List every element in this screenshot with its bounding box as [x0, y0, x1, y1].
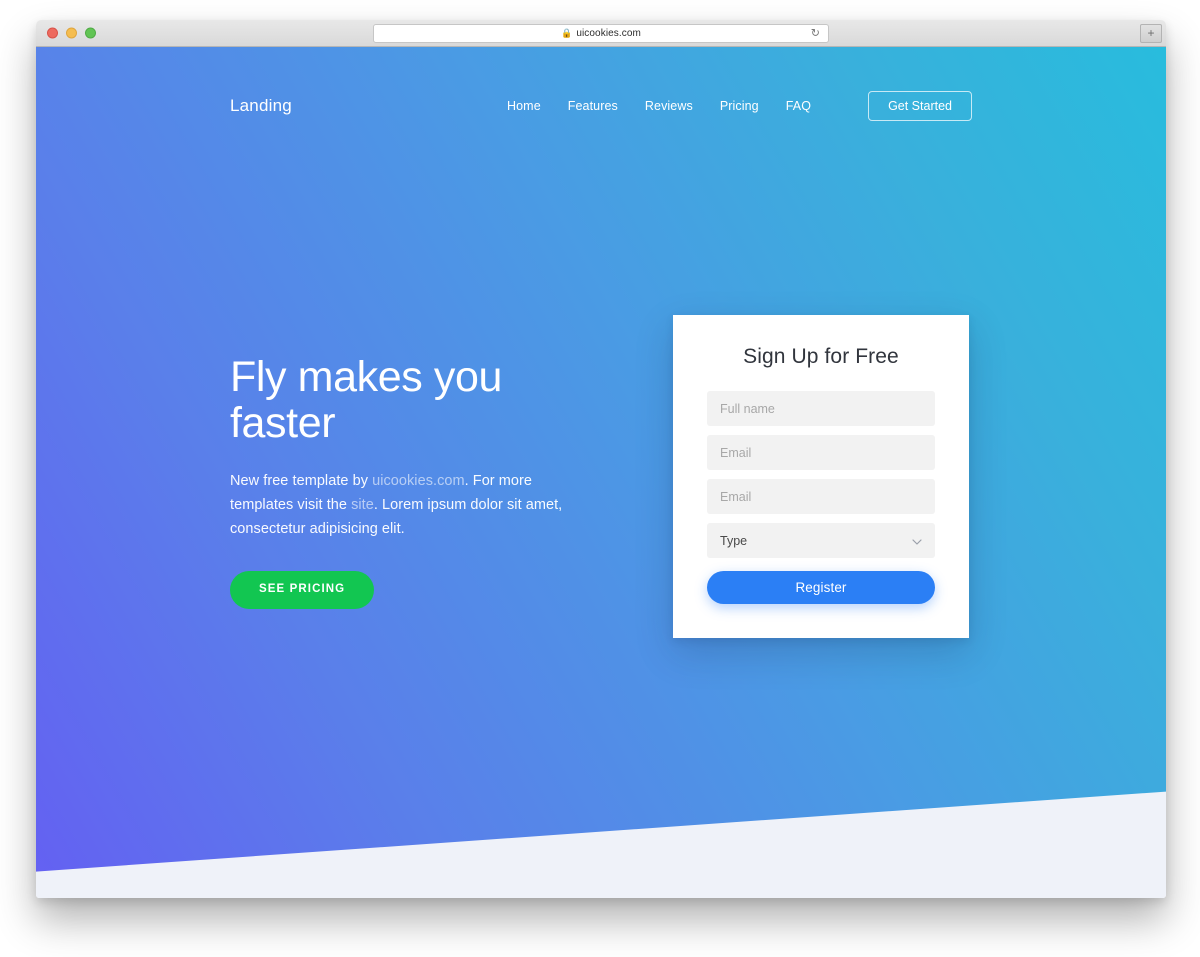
- hero-paragraph: New free template by uicookies.com. For …: [230, 469, 580, 541]
- nav-links: Home Features Reviews Pricing FAQ Get St…: [507, 90, 972, 122]
- close-window-button[interactable]: [47, 27, 58, 39]
- signup-title: Sign Up for Free: [743, 345, 899, 368]
- minimize-window-button[interactable]: [66, 27, 77, 39]
- address-bar[interactable]: 🔒 uicookies.com ↻: [373, 24, 829, 43]
- nav-item-pricing[interactable]: Pricing: [720, 99, 759, 113]
- address-bar-text: 🔒 uicookies.com: [561, 28, 641, 39]
- nav-item-faq[interactable]: FAQ: [786, 99, 811, 113]
- email-confirm-input[interactable]: [707, 479, 935, 514]
- address-bar-url: uicookies.com: [576, 28, 641, 39]
- hero-content: Fly makes you faster New free template b…: [230, 354, 600, 609]
- new-tab-button[interactable]: +: [1140, 24, 1162, 43]
- maximize-window-button[interactable]: [85, 27, 96, 39]
- signup-card: Sign Up for Free Register: [673, 315, 969, 638]
- get-started-button[interactable]: Get Started: [868, 90, 972, 122]
- hero-title: Fly makes you faster: [230, 353, 502, 447]
- hero-paragraph-part1: New free template by: [230, 473, 373, 489]
- browser-chrome-bar: 🔒 uicookies.com ↻ +: [36, 20, 1166, 47]
- site-logo[interactable]: Landing: [230, 96, 292, 116]
- nav-item-features[interactable]: Features: [568, 99, 618, 113]
- see-pricing-button[interactable]: SEE PRICING: [230, 571, 375, 609]
- type-select-wrapper[interactable]: [707, 523, 935, 558]
- hero-link-uicookies[interactable]: uicookies.com: [372, 473, 465, 489]
- page-viewport: Landing Home Features Reviews Pricing FA…: [36, 47, 1166, 898]
- register-button[interactable]: Register: [707, 571, 935, 604]
- hero-link-site[interactable]: site: [351, 497, 374, 513]
- hero-gradient-background: [36, 47, 1166, 872]
- type-select[interactable]: [707, 523, 935, 558]
- nav-item-reviews[interactable]: Reviews: [645, 99, 693, 113]
- window-traffic-lights: [47, 27, 96, 39]
- reload-icon[interactable]: ↻: [811, 28, 820, 39]
- browser-window: 🔒 uicookies.com ↻ + Landing Home Feature…: [36, 20, 1166, 898]
- lock-icon: 🔒: [561, 28, 573, 38]
- full-name-input[interactable]: [707, 391, 935, 426]
- email-input[interactable]: [707, 435, 935, 470]
- nav-item-home[interactable]: Home: [507, 99, 541, 113]
- site-navigation: Landing Home Features Reviews Pricing FA…: [36, 89, 1166, 123]
